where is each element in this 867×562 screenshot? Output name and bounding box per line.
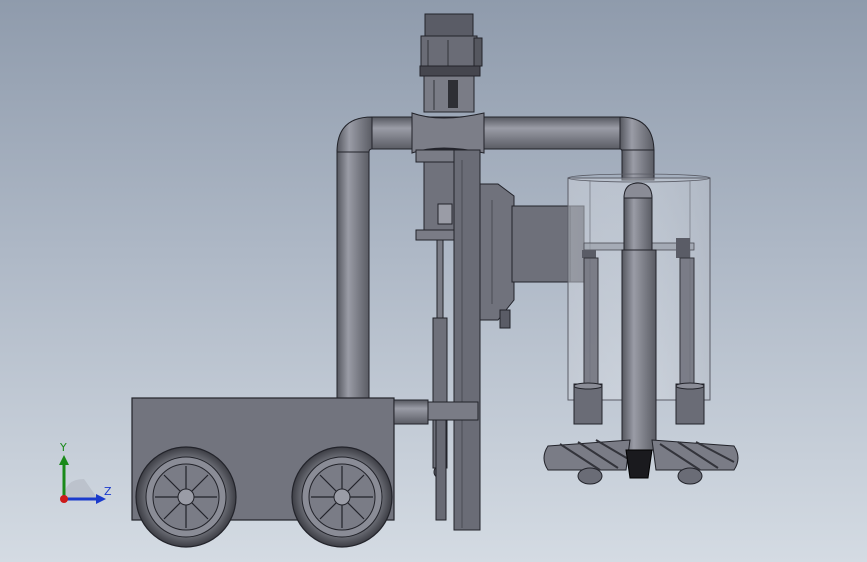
orientation-triad: Y Z: [40, 435, 130, 515]
y-axis-label: Y: [60, 441, 67, 454]
impeller-right: [651, 439, 739, 485]
wheel-left: [135, 446, 237, 548]
pipe-nozzle: [625, 449, 653, 479]
impeller-left: [543, 439, 631, 485]
z-axis-label: Z: [104, 485, 112, 498]
triad-axes-icon: [59, 455, 106, 504]
mast-column: [415, 149, 481, 531]
machine-model[interactable]: [0, 0, 867, 562]
glass-tank: [567, 173, 711, 451]
wheel-right: [291, 446, 393, 548]
cad-viewport[interactable]: Y Z: [0, 0, 867, 562]
motor-assembly: [419, 13, 483, 113]
